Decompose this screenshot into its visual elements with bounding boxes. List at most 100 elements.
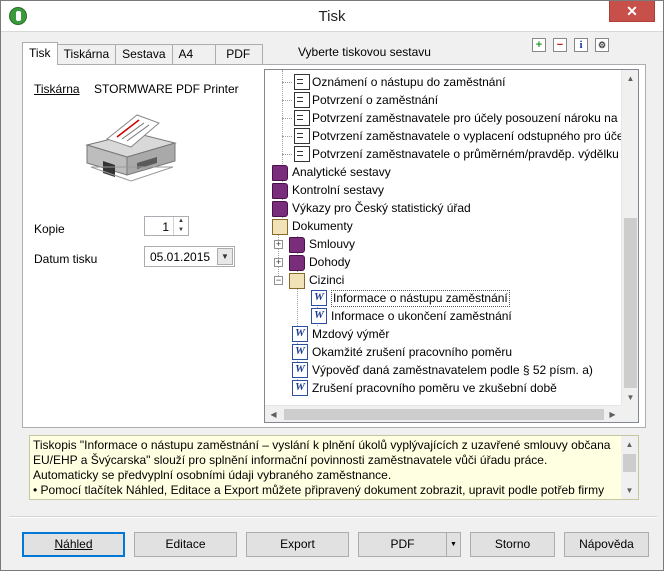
word-document-icon: W [292, 344, 308, 360]
description-text: Tiskopis "Informace o nástupu zaměstnání… [33, 438, 621, 498]
copies-spinner-arrows[interactable]: ▲ ▼ [173, 217, 188, 235]
book-icon [272, 165, 288, 181]
book-icon [289, 237, 305, 253]
tree-item-label: Analytické sestavy [292, 165, 391, 179]
tree-line [282, 118, 292, 119]
expand-toggle[interactable]: + [274, 258, 283, 267]
scrollbar-thumb[interactable] [624, 218, 637, 388]
collapse-toggle[interactable]: − [274, 276, 283, 285]
scrollbar-corner [621, 405, 638, 422]
tree-item-label: Okamžité zrušení pracovního poměru [312, 345, 513, 359]
word-document-icon: W [311, 290, 327, 306]
pdf-split-button[interactable]: PDF ▼ [358, 532, 461, 557]
description-scrollbar[interactable]: ▲ ▼ [621, 436, 638, 499]
scroll-up-icon[interactable]: ▲ [622, 70, 638, 87]
scrollbar-thumb[interactable] [623, 454, 636, 472]
tree-horizontal-scrollbar[interactable]: ◀ ▶ [265, 405, 621, 422]
tab-tisk[interactable]: Tisk [22, 42, 58, 65]
scroll-left-icon[interactable]: ◀ [265, 406, 282, 422]
word-document-icon: W [292, 362, 308, 378]
copies-label: Kopie [34, 222, 65, 236]
close-button[interactable]: ✕ [609, 1, 655, 22]
print-date-value[interactable]: 05.01.2015 [150, 250, 210, 264]
tree-line [282, 136, 292, 137]
chevron-down-icon[interactable]: ▼ [446, 533, 460, 556]
button-separator [9, 516, 657, 518]
copies-value[interactable]: 1 [162, 220, 169, 234]
copies-spinner[interactable]: 1 ▲ ▼ [144, 216, 189, 236]
tree-item-label: Mzdový výměr [312, 327, 390, 341]
description-line: Tiskopis "Informace o nástupu zaměstnání… [33, 438, 611, 452]
tab-strip: Tisk Tiskárna Sestava A4 PDF [22, 42, 264, 65]
tree-vertical-scrollbar[interactable]: ▲ ▼ [621, 70, 638, 406]
document-icon [294, 92, 310, 108]
add-icon[interactable]: + [532, 38, 546, 52]
spin-down-icon[interactable]: ▼ [174, 226, 188, 235]
word-document-icon: W [292, 380, 308, 396]
preview-button-label: Náhled [54, 537, 93, 551]
word-document-icon: W [311, 308, 327, 324]
printer-label[interactable]: Tiskárna [34, 82, 80, 96]
scroll-up-icon[interactable]: ▲ [621, 436, 638, 453]
tab-tiskarna[interactable]: Tiskárna [56, 44, 117, 64]
expand-toggle[interactable]: + [274, 240, 283, 249]
edit-button[interactable]: Editace [134, 532, 237, 557]
tree-item-label: Potvrzení zaměstnavatele o vyplacení ods… [312, 129, 621, 143]
report-tree-content: + + − Oznámení o nástupu do zaměstnání P… [265, 70, 621, 406]
settings-icon[interactable]: ⚙ [595, 38, 609, 52]
document-icon [294, 110, 310, 126]
tree-line [282, 154, 292, 155]
printer-icon [85, 114, 177, 182]
spin-up-icon[interactable]: ▲ [174, 217, 188, 226]
description-line: Automaticky se předvyplní osobními údaji… [33, 468, 392, 482]
tree-item-label: Informace o ukončení zaměstnání [331, 309, 512, 323]
tree-item-label: Potvrzení o zaměstnání [312, 93, 439, 107]
tree-item-label: Dokumenty [292, 219, 353, 233]
tab-a4[interactable]: A4 [171, 44, 217, 64]
print-dialog: Tisk ✕ Tisk Tiskárna Sestava A4 PDF Vybe… [0, 0, 664, 571]
report-tree[interactable]: + + − Oznámení o nástupu do zaměstnání P… [264, 69, 639, 423]
window-title: Tisk [318, 8, 346, 25]
word-document-icon: W [292, 326, 308, 342]
report-description: Tiskopis "Informace o nástupu zaměstnání… [29, 435, 639, 500]
preview-button[interactable]: Náhled [22, 532, 125, 557]
tree-item-label: Zrušení pracovního poměru ve zkušební do… [312, 381, 557, 395]
scrollbar-thumb[interactable] [284, 409, 604, 420]
tree-item-label: Potvrzení zaměstnavatele pro účely posou… [312, 111, 621, 125]
pdf-button-label[interactable]: PDF [359, 533, 446, 556]
tree-item-label: Potvrzení zaměstnavatele o průměrném/pra… [312, 147, 619, 161]
tab-sestava[interactable]: Sestava [115, 44, 173, 64]
chevron-down-icon[interactable]: ▼ [217, 248, 233, 265]
tree-item-label: Cizinci [309, 273, 345, 287]
print-date-field[interactable]: 05.01.2015 ▼ [144, 246, 235, 267]
document-icon [294, 146, 310, 162]
tree-line [282, 100, 292, 101]
remove-icon[interactable]: − [553, 38, 567, 52]
tree-item-label: Výpověď daná zaměstnavatelem podle § 52 … [312, 363, 593, 377]
cancel-button[interactable]: Storno [470, 532, 555, 557]
help-button[interactable]: Nápověda [564, 532, 649, 557]
document-icon [294, 128, 310, 144]
tree-item-label: Kontrolní sestavy [292, 183, 385, 197]
open-book-icon [272, 219, 288, 235]
print-date-label: Datum tisku [34, 252, 98, 266]
tree-item-label: Výkazy pro Český statistický úřad [292, 201, 471, 215]
tree-line [282, 82, 292, 83]
book-icon [289, 255, 305, 271]
info-icon[interactable]: i [574, 38, 588, 52]
scroll-right-icon[interactable]: ▶ [604, 406, 621, 422]
book-icon [272, 201, 288, 217]
scroll-down-icon[interactable]: ▼ [622, 389, 638, 406]
report-selection-caption: Vyberte tiskovou sestavu [298, 45, 431, 59]
title-bar: Tisk ✕ [1, 1, 663, 32]
tab-pdf[interactable]: PDF [215, 44, 264, 64]
tree-toolbar: + − i ⚙ [532, 38, 609, 52]
document-icon [294, 74, 310, 90]
scroll-down-icon[interactable]: ▼ [621, 482, 638, 499]
tree-item-label: Oznámení o nástupu do zaměstnání [312, 75, 506, 89]
export-button[interactable]: Export [246, 532, 349, 557]
tree-item-label: Smlouvy [309, 237, 356, 251]
description-line: EU/EHP a Švýcarska" slouží pro splnění i… [33, 453, 548, 467]
open-book-icon [289, 273, 305, 289]
book-icon [272, 183, 288, 199]
